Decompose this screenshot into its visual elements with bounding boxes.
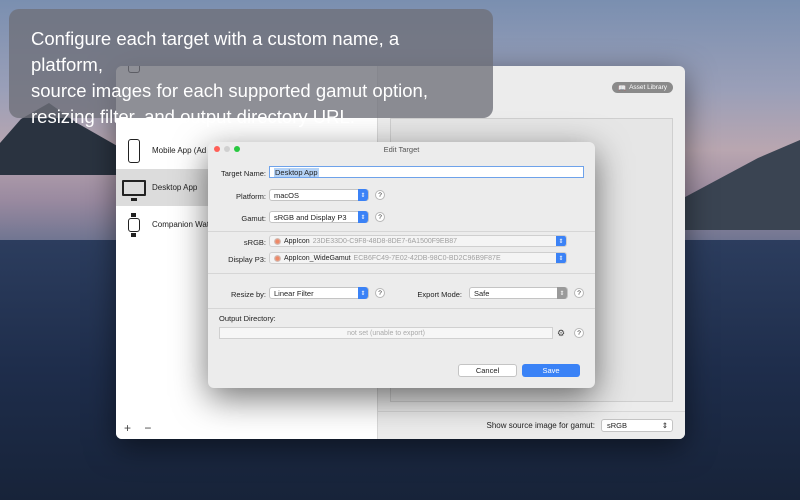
book-icon: 📖 xyxy=(617,84,627,92)
gamut-value: sRGB and Display P3 xyxy=(274,212,347,222)
sidebar-item-label: Companion Watc xyxy=(152,220,214,229)
srgb-image-uuid: 23DE33D0-C9F8-48D8-8DE7-6A1500F9EB87 xyxy=(312,237,458,245)
platform-select[interactable]: macOS ⇕ xyxy=(269,189,369,201)
target-name-field[interactable]: Desktop App xyxy=(269,166,584,178)
caption-line-2: source images for each supported gamut o… xyxy=(31,80,428,101)
cancel-button[interactable]: Cancel xyxy=(458,364,517,377)
remove-target-button[interactable]: − xyxy=(144,421,151,435)
p3-image-name: AppIcon_WideGamut xyxy=(284,254,351,262)
app-icon-thumbnail xyxy=(274,254,281,262)
resize-value: Linear Filter xyxy=(274,288,314,298)
output-directory-placeholder: not set (unable to export) xyxy=(347,329,425,337)
resize-label: Resize by: xyxy=(230,290,266,299)
add-target-button[interactable]: + xyxy=(124,421,131,435)
output-directory-label: Output Directory: xyxy=(219,314,276,323)
resize-help-button[interactable]: ? xyxy=(375,288,385,298)
chevron-updown-icon: ⇕ xyxy=(661,421,668,430)
p3-image-uuid: ECB6FC49-7E02-42DB-98C0-BD2C96B9F87E xyxy=(353,254,501,262)
phone-icon xyxy=(128,138,140,163)
sidebar-item-label: Desktop App xyxy=(152,183,198,192)
app-icon-thumbnail xyxy=(274,237,281,245)
export-help-button[interactable]: ? xyxy=(574,288,584,298)
caption-line-3: resizing filter, and output directory UR… xyxy=(31,106,355,127)
divider xyxy=(208,231,595,232)
gamut-preview-select[interactable]: sRGB ⇕ xyxy=(601,419,673,432)
gamut-select[interactable]: sRGB and Display P3 ⇕ xyxy=(269,211,369,223)
gamut-preview-label: Show source image for gamut: xyxy=(486,421,596,430)
gamut-preview-value: sRGB xyxy=(607,421,628,430)
save-button[interactable]: Save xyxy=(522,364,580,377)
chevron-updown-icon: ⇕ xyxy=(556,236,566,246)
export-mode-value: Safe xyxy=(474,288,490,298)
export-mode-select[interactable]: Safe ⇕ xyxy=(469,287,568,299)
srgb-image-select[interactable]: AppIcon 23DE33D0-C9F8-48D8-8DE7-6A1500F9… xyxy=(269,235,567,247)
chevron-updown-icon: ⇕ xyxy=(557,287,567,299)
gamut-label: Gamut: xyxy=(241,214,266,223)
chevron-updown-icon: ⇕ xyxy=(556,253,566,263)
output-help-button[interactable]: ? xyxy=(574,328,584,338)
chevron-updown-icon: ⇕ xyxy=(358,211,368,223)
asset-library-label: Asset Library xyxy=(629,84,667,91)
gear-icon[interactable]: ⚙ xyxy=(557,328,565,339)
srgb-image-name: AppIcon xyxy=(284,237,310,245)
monitor-icon xyxy=(122,179,146,201)
resize-filter-select[interactable]: Linear Filter ⇕ xyxy=(269,287,369,299)
platform-help-button[interactable]: ? xyxy=(375,190,385,200)
watch-icon xyxy=(128,212,140,237)
chevron-updown-icon: ⇕ xyxy=(358,189,368,201)
asset-library-button[interactable]: 📖 Asset Library xyxy=(611,82,673,93)
srgb-label: sRGB: xyxy=(243,238,266,247)
platform-label: Platform: xyxy=(235,192,266,201)
chevron-updown-icon: ⇕ xyxy=(358,287,368,299)
edit-target-dialog: Edit Target Target Name: Desktop App Pla… xyxy=(208,142,595,388)
sidebar-footer: + − xyxy=(124,421,161,435)
gamut-preview-bar: Show source image for gamut: sRGB ⇕ xyxy=(378,411,685,439)
divider xyxy=(208,273,595,274)
caption-overlay: Configure each target with a custom name… xyxy=(9,9,493,127)
display-p3-image-select[interactable]: AppIcon_WideGamut ECB6FC49-7E02-42DB-98C… xyxy=(269,252,567,264)
display-p3-label: Display P3: xyxy=(228,255,266,264)
dialog-title: Edit Target xyxy=(383,144,420,154)
gamut-help-button[interactable]: ? xyxy=(375,212,385,222)
output-directory-field[interactable]: not set (unable to export) xyxy=(219,327,553,339)
platform-value: macOS xyxy=(274,190,300,200)
caption-line-1: Configure each target with a custom name… xyxy=(31,28,400,75)
target-name-label: Target Name: xyxy=(220,169,266,178)
export-mode-label: Export Mode: xyxy=(417,290,462,299)
divider xyxy=(208,308,595,309)
target-name-value: Desktop App xyxy=(274,167,319,177)
sidebar-item-label: Mobile App (Ad S xyxy=(152,146,214,155)
